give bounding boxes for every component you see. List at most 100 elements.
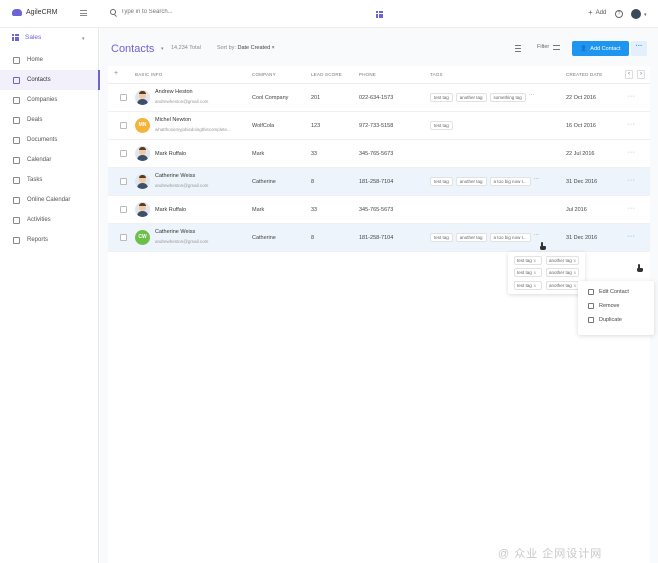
tag-chip[interactable]: test tag [430, 121, 453, 130]
popover-tag-chip[interactable]: test tag x [514, 280, 542, 290]
sidebar-item-companies[interactable]: Companies [0, 90, 99, 110]
company-cell[interactable]: Mark [252, 151, 264, 157]
contact-name[interactable]: Mark Ruffalo [155, 207, 186, 213]
search-bar[interactable] [110, 9, 241, 15]
next-page-icon[interactable]: › [637, 70, 645, 79]
popover-tag-chip[interactable]: another tag x [545, 280, 579, 290]
row-checkbox[interactable] [120, 234, 127, 241]
contact-name[interactable]: Michel Newton [155, 117, 191, 123]
avatar[interactable] [135, 90, 150, 105]
table-row[interactable]: Mark Ruffalo Mark 33 345-765-5673 Jul 2016 ··… [108, 196, 650, 224]
remove-tag-icon[interactable]: x [534, 283, 536, 288]
table-row[interactable]: MN Michel Newton whatthosemyjobisdoingthis… [108, 112, 650, 140]
avatar[interactable] [135, 174, 150, 189]
add-column-icon[interactable]: + [114, 70, 118, 77]
menu-item-duplicate[interactable]: Duplicate [578, 313, 654, 327]
popover-tag-chip[interactable]: another tag x [545, 256, 579, 265]
row-more-icon[interactable]: ··· [627, 177, 636, 184]
table-row[interactable]: CW Catherine Weiss andrewheston@gmail.com C… [108, 224, 650, 252]
row-checkbox[interactable] [120, 178, 127, 185]
col-basic-info[interactable]: BASIC INFO [135, 72, 163, 77]
col-phone[interactable]: PHONE [359, 72, 376, 77]
sidebar-item-online-calendar[interactable]: Online Calendar [0, 190, 99, 210]
table-row[interactable]: Andrew Heston andrewheston@gmail.com Cool … [108, 84, 650, 112]
list-view-icon[interactable] [510, 41, 526, 55]
user-avatar[interactable] [631, 9, 641, 19]
popover-tag-chip[interactable]: test tag x [514, 268, 542, 278]
tag-chip[interactable]: a too big now t... [489, 233, 531, 242]
tag-chip[interactable]: test tag [430, 233, 453, 242]
more-tags-icon[interactable]: ··· [529, 92, 535, 102]
contact-name[interactable]: Catherine Weiss [155, 229, 195, 235]
table-row[interactable]: Mark Ruffalo Mark 33 345-765-5673 22 Jul 201… [108, 140, 650, 168]
menu-toggle-icon[interactable] [80, 10, 87, 16]
row-more-icon[interactable]: ··· [627, 121, 636, 128]
prev-page-icon[interactable]: ‹ [625, 70, 633, 79]
col-created-date[interactable]: CREATED DATE [566, 72, 603, 77]
company-cell[interactable]: WolfCola [252, 123, 274, 129]
avatar[interactable]: MN [135, 118, 150, 133]
tag-chip[interactable]: another tag [455, 93, 487, 102]
more-tags-icon[interactable]: ··· [534, 176, 540, 186]
more-options-button[interactable]: ··· [631, 41, 647, 56]
popover-tag-chip[interactable]: another tag x [545, 268, 579, 278]
company-cell[interactable]: Catherine [252, 235, 276, 241]
sidebar-item-reports[interactable]: Reports [0, 230, 99, 250]
sidebar-item-activities[interactable]: Activities [0, 210, 99, 230]
row-more-icon[interactable]: ··· [627, 149, 636, 156]
col-tags[interactable]: TAGS [430, 72, 443, 77]
sidebar-item-documents[interactable]: Documents [0, 130, 99, 150]
sort-dropdown[interactable]: Sort by: Date Created ▾ [217, 45, 275, 51]
remove-tag-icon[interactable]: x [574, 258, 576, 263]
company-cell[interactable]: Catherine [252, 179, 276, 185]
company-cell[interactable]: Cool Company [252, 95, 288, 101]
avatar[interactable]: CW [135, 230, 150, 245]
row-checkbox[interactable] [120, 206, 127, 213]
popover-tag-chip[interactable]: test tag x [514, 256, 542, 265]
menu-item-edit-contact[interactable]: Edit Contact [578, 285, 654, 299]
tag-chip[interactable]: test tag [430, 93, 453, 102]
chevron-down-icon[interactable]: ▾ [82, 36, 85, 42]
row-more-icon[interactable]: ··· [627, 93, 636, 100]
row-checkbox[interactable] [120, 94, 127, 101]
add-contact-button[interactable]: 👤 Add Contact [572, 41, 629, 56]
remove-tag-icon[interactable]: x [574, 283, 576, 288]
remove-tag-icon[interactable]: x [534, 258, 536, 263]
tag-chip[interactable]: a too big now t... [489, 177, 531, 186]
module-switcher[interactable]: Sales [12, 34, 41, 41]
sidebar-item-tasks[interactable]: Tasks [0, 170, 99, 190]
remove-tag-icon[interactable]: x [534, 270, 536, 275]
sidebar-item-calendar[interactable]: Calendar [0, 150, 99, 170]
brand[interactable]: AgileCRM [12, 9, 58, 16]
search-input[interactable] [121, 9, 241, 15]
row-checkbox[interactable] [120, 150, 127, 157]
avatar[interactable] [135, 202, 150, 217]
tag-chip[interactable]: another tag [455, 233, 487, 242]
contact-name[interactable]: Catherine Weiss [155, 173, 195, 179]
chevron-down-icon[interactable]: ▾ [161, 46, 164, 52]
sidebar-item-deals[interactable]: Deals [0, 110, 99, 130]
company-cell[interactable]: Mark [252, 207, 264, 213]
row-checkbox[interactable] [120, 122, 127, 129]
apps-grid-icon[interactable] [376, 11, 383, 18]
row-more-icon[interactable]: ··· [627, 205, 636, 212]
filter-button[interactable]: Filter [537, 44, 561, 50]
add-button[interactable]: + Add [588, 9, 606, 17]
tag-chip[interactable]: test tag [430, 177, 453, 186]
table-row[interactable]: Catherine Weiss andrewheston@gmail.com Cat… [108, 168, 650, 196]
sidebar-item-contacts[interactable]: Contacts [0, 70, 100, 90]
contact-name[interactable]: Andrew Heston [155, 89, 193, 95]
chevron-down-icon[interactable]: ▾ [644, 12, 647, 18]
col-company[interactable]: COMPANY [252, 72, 276, 77]
contact-name[interactable]: Mark Ruffalo [155, 151, 186, 157]
help-icon[interactable]: ? [615, 10, 623, 18]
remove-tag-icon[interactable]: x [574, 270, 576, 275]
avatar[interactable] [135, 146, 150, 161]
tag-chip[interactable]: something tag [489, 93, 526, 102]
row-more-icon[interactable]: ··· [627, 233, 636, 240]
menu-item-remove[interactable]: Remove [578, 299, 654, 313]
col-lead-score[interactable]: LEAD SCORE [311, 72, 342, 77]
sidebar-item-home[interactable]: Home [0, 50, 99, 70]
more-tags-icon[interactable]: ··· [534, 232, 540, 242]
tag-chip[interactable]: another tag [455, 177, 487, 186]
